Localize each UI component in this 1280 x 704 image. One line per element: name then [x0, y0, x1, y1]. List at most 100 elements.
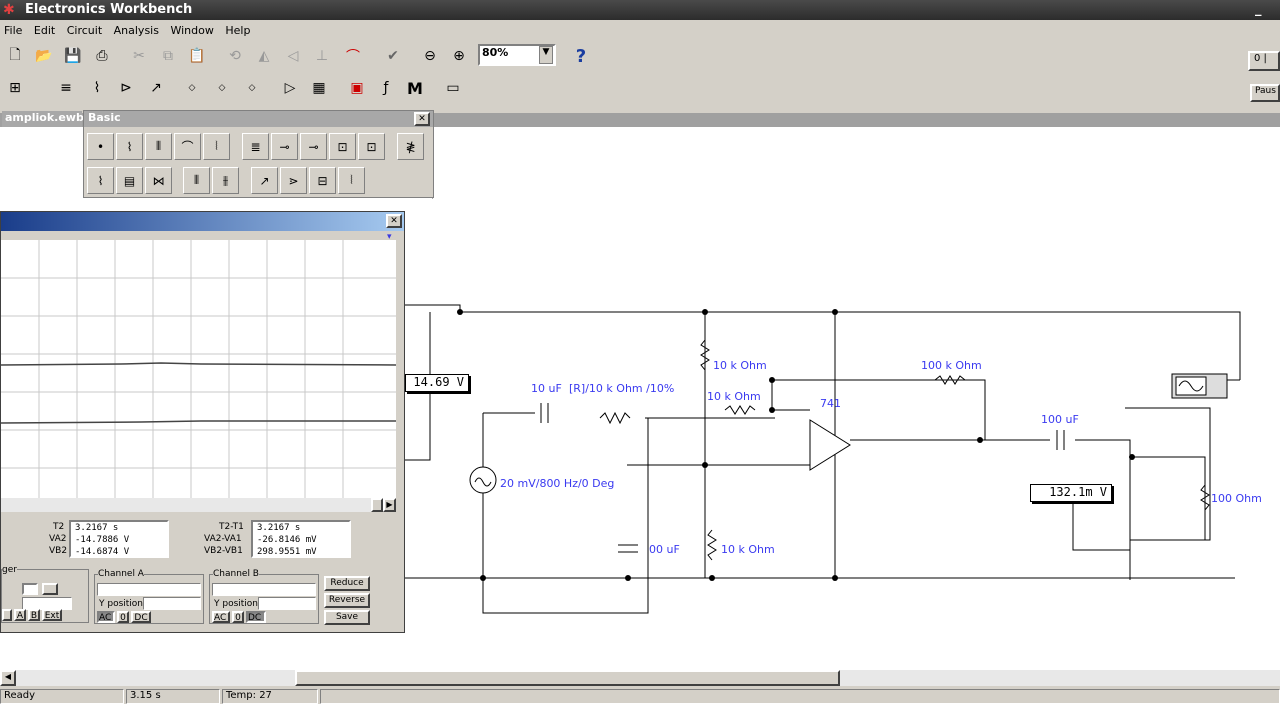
paste-icon[interactable]: 📋: [184, 43, 210, 69]
instruments-bin-icon[interactable]: ▭: [440, 75, 466, 101]
trigger-auto-button[interactable]: [2, 609, 12, 621]
zoom-value: 80%: [482, 46, 509, 59]
digital-ic-bin-icon[interactable]: ◇: [239, 75, 265, 101]
channel-a-dc-button[interactable]: DC: [131, 611, 151, 623]
nonlinear-transformer-icon[interactable]: ⦚: [338, 167, 365, 194]
graph-icon[interactable]: ⌒: [340, 43, 366, 69]
resistor-icon[interactable]: ⌇: [116, 133, 143, 160]
magnetic-core-icon[interactable]: ⋗: [280, 167, 307, 194]
relay-icon[interactable]: ≣: [242, 133, 269, 160]
sources-bin-icon[interactable]: ≡: [53, 75, 79, 101]
workspace-hscrollbar[interactable]: ◀: [0, 670, 1280, 686]
cursor-marker-icon[interactable]: ▾: [387, 232, 399, 242]
scroll-right-icon[interactable]: ▶: [383, 498, 396, 512]
mixed-ic-bin-icon[interactable]: ◇: [209, 75, 235, 101]
misc-bin-icon[interactable]: M: [402, 75, 428, 101]
menu-circuit[interactable]: Circuit: [63, 22, 106, 39]
trigger-edge-rising[interactable]: [22, 583, 38, 595]
print-icon[interactable]: ⎙: [89, 43, 115, 69]
trigger-ext-button[interactable]: Ext: [42, 609, 62, 621]
voltage-controlled-switch-icon[interactable]: ⋈: [145, 167, 172, 194]
pause-button[interactable]: Paus: [1250, 84, 1280, 102]
inductor-icon[interactable]: ⌒: [174, 133, 201, 160]
channel-a-ac-button[interactable]: AC: [97, 611, 115, 623]
status-bar: Ready 3.15 s Temp: 27: [0, 688, 1280, 704]
diodes-bin-icon[interactable]: ⊳: [113, 75, 139, 101]
document-tab[interactable]: ampliok.ewb: [2, 111, 84, 127]
switch-icon[interactable]: ⊸: [271, 133, 298, 160]
subcircuit-icon[interactable]: ⊥: [309, 43, 335, 69]
scroll-left-button[interactable]: [371, 498, 383, 512]
channel-a-zero-button[interactable]: 0: [117, 611, 129, 623]
basic-bin-icon[interactable]: ⌇: [84, 75, 110, 101]
rotate-icon[interactable]: ⟲: [222, 43, 248, 69]
label-opamp: 741: [820, 397, 841, 410]
scroll-thumb[interactable]: [295, 670, 840, 686]
trigger-edge-falling[interactable]: [42, 583, 58, 595]
trigger-a-button[interactable]: A: [14, 609, 26, 621]
channel-b-dc-button[interactable]: DC: [246, 611, 266, 623]
zoom-out-icon[interactable]: ⊖: [417, 43, 443, 69]
component-properties-icon[interactable]: ✔: [380, 43, 406, 69]
pullup-resistor-icon[interactable]: ≹: [397, 133, 424, 160]
save-button[interactable]: Save: [324, 610, 370, 625]
new-file-icon[interactable]: 🗋: [2, 43, 28, 69]
reverse-button[interactable]: Reverse: [324, 593, 370, 608]
cut-icon[interactable]: ✂: [126, 43, 152, 69]
channel-a-ypos-input[interactable]: [143, 597, 201, 610]
app-logo-icon: ✱: [3, 2, 15, 18]
crystal-icon[interactable]: ⊟: [309, 167, 336, 194]
menu-file[interactable]: File: [0, 22, 26, 39]
channel-b-scale-input[interactable]: [212, 583, 316, 596]
menu-help[interactable]: Help: [221, 22, 254, 39]
polarized-capacitor-icon[interactable]: ⫴: [183, 167, 210, 194]
menu-analysis[interactable]: Analysis: [110, 22, 163, 39]
minimize-button[interactable]: _: [1255, 2, 1262, 17]
menu-edit[interactable]: Edit: [30, 22, 59, 39]
indicators-bin-icon[interactable]: ▣: [344, 75, 370, 101]
open-folder-icon[interactable]: 📂: [31, 43, 57, 69]
copy-icon[interactable]: ⧉: [155, 43, 181, 69]
power-switch[interactable]: 0 |: [1248, 51, 1280, 71]
flip-horizontal-icon[interactable]: ◁: [280, 43, 306, 69]
digital-bin-icon[interactable]: ▦: [306, 75, 332, 101]
scroll-left-icon[interactable]: ◀: [0, 670, 16, 686]
reduce-button[interactable]: Reduce: [324, 576, 370, 591]
trigger-b-button[interactable]: B: [28, 609, 40, 621]
channel-a-scale-input[interactable]: [97, 583, 201, 596]
t2-label: T2: [53, 522, 65, 532]
status-temperature: Temp: 27: [222, 689, 318, 704]
transformer-icon[interactable]: ⦚: [203, 133, 230, 160]
label-r-bottom: 10 k Ohm: [721, 543, 775, 556]
chevron-down-icon[interactable]: ▼: [539, 46, 553, 64]
save-icon[interactable]: 💾: [60, 43, 86, 69]
voltage-switch-icon[interactable]: ⊡: [329, 133, 356, 160]
menu-window[interactable]: Window: [166, 22, 217, 39]
resistor-pack-icon[interactable]: ▤: [116, 167, 143, 194]
label-source: 20 mV/800 Hz/0 Deg: [500, 477, 615, 490]
help-button[interactable]: ?: [568, 43, 594, 69]
variable-capacitor-icon[interactable]: ⫵: [212, 167, 239, 194]
zoom-select[interactable]: 80% ▼: [478, 44, 556, 66]
current-switch-icon[interactable]: ⊡: [358, 133, 385, 160]
channel-b-zero-button[interactable]: 0: [232, 611, 244, 623]
close-icon[interactable]: ✕: [414, 112, 430, 126]
scope-scrollbar[interactable]: ▶: [1, 498, 396, 512]
analog-ic-bin-icon[interactable]: ◇: [179, 75, 205, 101]
channel-b-ac-button[interactable]: AC: [212, 611, 230, 623]
potentiometer-icon[interactable]: ⌇: [87, 167, 114, 194]
capacitor-icon[interactable]: ⫴: [145, 133, 172, 160]
transistors-bin-icon[interactable]: ↗: [143, 75, 169, 101]
logic-gates-bin-icon[interactable]: ▷: [277, 75, 303, 101]
trigger-group: ger A B Ext: [1, 565, 89, 623]
zoom-in-icon[interactable]: ⊕: [446, 43, 472, 69]
connector-icon[interactable]: •: [87, 133, 114, 160]
flip-vertical-icon[interactable]: ◭: [251, 43, 277, 69]
variable-inductor-icon[interactable]: ↗: [251, 167, 278, 194]
channel-b-ypos-input[interactable]: [258, 597, 316, 610]
scope-close-button[interactable]: ✕: [386, 214, 402, 228]
favorites-bin-icon[interactable]: ⊞: [2, 75, 28, 101]
vb2vb1-label: VB2-VB1: [204, 546, 243, 556]
time-delay-switch-icon[interactable]: ⊸: [300, 133, 327, 160]
controls-bin-icon[interactable]: ƒ: [373, 75, 399, 101]
